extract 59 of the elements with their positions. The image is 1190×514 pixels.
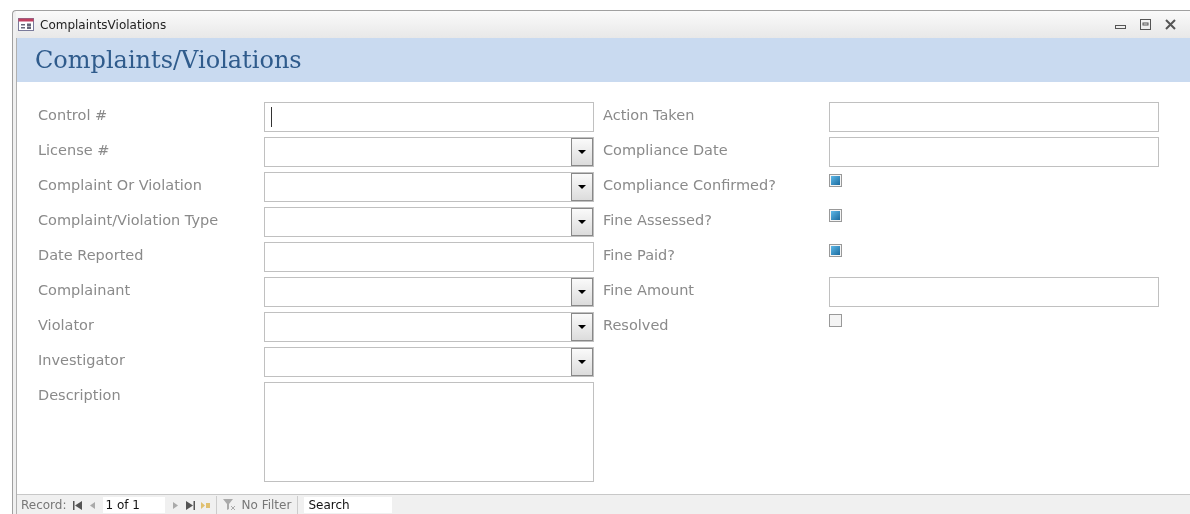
field-label: Fine Assessed? — [603, 211, 713, 230]
checkbox[interactable] — [829, 244, 842, 257]
combo-box[interactable] — [264, 207, 594, 237]
dropdown-button[interactable] — [571, 348, 593, 376]
field-label: Resolved — [603, 316, 670, 335]
next-record-icon[interactable] — [170, 500, 180, 510]
text-field[interactable] — [264, 242, 594, 272]
previous-record-icon[interactable] — [87, 500, 97, 510]
field-label: Complaint Or Violation — [38, 176, 203, 195]
text-field[interactable] — [829, 137, 1159, 167]
checkbox[interactable] — [829, 314, 842, 327]
close-icon[interactable] — [1165, 19, 1176, 30]
text-field[interactable] — [829, 277, 1159, 307]
caret-icon — [578, 220, 586, 224]
dropdown-button[interactable] — [571, 278, 593, 306]
new-record-icon[interactable] — [200, 500, 210, 510]
restore-icon[interactable] — [1140, 19, 1151, 30]
memo-field[interactable] — [264, 382, 594, 482]
field-label: Fine Amount — [603, 281, 695, 300]
caret-icon — [578, 290, 586, 294]
caret-icon — [578, 185, 586, 189]
field-label: Control # — [38, 106, 109, 125]
field-label: Investigator — [38, 351, 126, 370]
combo-box[interactable] — [264, 312, 594, 342]
search-field[interactable]: Search — [304, 497, 393, 513]
text-field[interactable] — [829, 102, 1159, 132]
field-label: Violator — [38, 316, 95, 335]
dropdown-button[interactable] — [571, 173, 593, 201]
dropdown-button[interactable] — [571, 208, 593, 236]
first-record-icon[interactable] — [72, 500, 82, 510]
field-label: Fine Paid? — [603, 246, 676, 265]
combo-box[interactable] — [264, 277, 594, 307]
field-label: Description — [38, 386, 122, 405]
field-label: Action Taken — [603, 106, 696, 125]
dropdown-button[interactable] — [571, 138, 593, 166]
form-icon — [18, 18, 34, 31]
field-label: Complainant — [38, 281, 132, 300]
text-field[interactable] — [264, 102, 594, 132]
checkbox[interactable] — [829, 174, 842, 187]
filter-icon — [222, 499, 236, 511]
form-title: Complaints/Violations — [35, 46, 302, 74]
combo-box[interactable] — [264, 347, 594, 377]
caret-icon — [578, 325, 586, 329]
record-position[interactable]: 1 of 1 — [102, 497, 165, 513]
combo-box[interactable] — [264, 172, 594, 202]
caret-icon — [578, 150, 586, 154]
field-label: Compliance Confirmed? — [603, 176, 777, 195]
field-label: Compliance Date — [603, 141, 729, 160]
field-label: Date Reported — [38, 246, 145, 265]
last-record-icon[interactable] — [185, 500, 195, 510]
dropdown-button[interactable] — [571, 313, 593, 341]
field-label: Complaint/Violation Type — [38, 211, 220, 230]
caret-icon — [578, 360, 586, 364]
field-label: License # — [38, 141, 111, 160]
window-title: ComplaintsViolations — [40, 17, 167, 32]
combo-box[interactable] — [264, 137, 594, 167]
filter-status[interactable]: No Filter — [241, 498, 292, 512]
checkbox[interactable] — [829, 209, 842, 222]
record-label: Record: — [21, 498, 67, 512]
